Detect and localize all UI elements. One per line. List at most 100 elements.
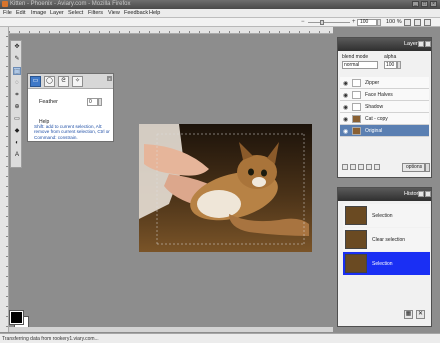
zoom-slider[interactable]	[308, 20, 350, 25]
lasso-tool-icon[interactable]: ◌	[13, 79, 21, 87]
history-thumbnail	[345, 230, 367, 249]
history-panel-header: History	[338, 188, 431, 201]
alpha-label: alpha	[384, 54, 397, 60]
actual-size-icon[interactable]	[414, 19, 421, 26]
layer-row[interactable]: ◉ Face Halves	[340, 89, 429, 101]
rect-select-mode-icon[interactable]: ▭	[30, 76, 41, 87]
canvas-horizontal-scrollbar[interactable]	[9, 327, 333, 332]
layer-name: Zipper	[365, 80, 380, 86]
maximize-button[interactable]: □	[421, 1, 428, 7]
layer-row[interactable]: ◉ Shadow	[340, 101, 429, 113]
blend-mode-select[interactable]: normal	[342, 61, 378, 69]
duplicate-layer-icon[interactable]	[350, 164, 356, 170]
new-layer-icon[interactable]	[342, 164, 348, 170]
menu-help[interactable]: Help	[149, 10, 160, 16]
move-tool-icon[interactable]: ✥	[13, 43, 21, 51]
fullscreen-icon[interactable]	[424, 19, 431, 26]
fill-tool-icon[interactable]: ◆	[13, 127, 21, 135]
firefox-icon	[2, 1, 8, 7]
canvas-image[interactable]	[139, 124, 312, 252]
menu-filters[interactable]: Filters	[88, 10, 103, 16]
layer-row[interactable]: ◉ Zipper	[340, 77, 429, 89]
help-text: Shift: add to current selection, Alt: re…	[34, 124, 110, 140]
history-item-label: Selection	[372, 261, 393, 267]
feather-stepper[interactable]	[98, 98, 102, 106]
menu-view[interactable]: View	[108, 10, 120, 16]
history-snapshot-icon[interactable]: ▦	[404, 310, 413, 319]
visibility-eye-icon[interactable]: ◉	[343, 80, 348, 87]
eraser-tool-icon[interactable]: ▭	[13, 115, 21, 123]
history-item-current[interactable]: Selection	[343, 252, 430, 275]
visibility-eye-icon[interactable]: ◉	[343, 104, 348, 111]
zoom-slider-handle[interactable]	[320, 20, 324, 25]
layers-collapse-icon[interactable]	[418, 41, 424, 47]
history-item-label: Clear selection	[372, 237, 406, 243]
history-thumbnail	[345, 254, 367, 273]
zoom-input[interactable]: 100	[357, 19, 377, 26]
layers-options-button[interactable]: options	[402, 163, 425, 172]
menu-select[interactable]: Select	[68, 10, 83, 16]
minimize-button[interactable]: _	[412, 1, 419, 7]
menu-feedback[interactable]: Feedback	[124, 10, 148, 16]
alpha-input[interactable]: 100	[384, 61, 397, 69]
magic-wand-mode-icon[interactable]: ✧	[72, 76, 83, 87]
layer-effects-icon[interactable]	[358, 164, 364, 170]
toolbox: ✥ ✎ ⬚ ◌ ⌗ ⊕ ▭ ◆ ◐ A	[10, 40, 22, 168]
history-close-icon[interactable]	[425, 191, 431, 197]
layer-name: Shadow	[365, 104, 384, 110]
lasso-select-mode-icon[interactable]: ᘓ	[58, 76, 69, 87]
zoom-in-button[interactable]: +	[352, 19, 356, 25]
selection-options-popup: ▭ ◯ ᘓ ✧ x Feather 0 Help Shift: add to c…	[27, 73, 114, 142]
zoom-out-button[interactable]: −	[301, 19, 305, 25]
foreground-color-swatch[interactable]	[9, 310, 24, 325]
visibility-eye-icon[interactable]: ◉	[343, 128, 348, 135]
close-window-button[interactable]: ×	[430, 1, 437, 7]
popup-close-button[interactable]: x	[107, 76, 112, 81]
history-item[interactable]: Clear selection	[343, 228, 430, 251]
history-item-label: Selection	[372, 213, 393, 219]
merge-layer-icon[interactable]	[366, 164, 372, 170]
ellipse-select-mode-icon[interactable]: ◯	[44, 76, 55, 87]
history-thumbnail	[345, 206, 367, 225]
alpha-stepper[interactable]	[397, 61, 401, 69]
window-title: Kitten - Phoenix - Aviary.com - Mozilla …	[10, 1, 131, 7]
status-text: Transferring data from rookery1.viary.co…	[2, 336, 99, 342]
kitten-photo	[139, 124, 312, 252]
layers-panel-header: Layers	[338, 38, 431, 51]
layer-thumbnail	[352, 91, 361, 99]
layer-row[interactable]: ◉ Cat - copy	[340, 113, 429, 125]
layer-thumbnail	[352, 79, 361, 87]
visibility-eye-icon[interactable]: ◉	[343, 116, 348, 123]
visibility-eye-icon[interactable]: ◉	[343, 92, 348, 99]
layers-close-icon[interactable]	[425, 41, 431, 47]
history-item[interactable]: Selection	[343, 204, 430, 227]
layer-name: Face Halves	[365, 92, 393, 98]
gradient-tool-icon[interactable]: ◐	[13, 139, 21, 147]
feather-input[interactable]: 0	[87, 98, 98, 106]
history-panel: History Selection Clear selection Select…	[337, 187, 432, 327]
menu-image[interactable]: Image	[31, 10, 46, 16]
zoom-percent-label: 100 %	[386, 19, 402, 25]
options-bar: − + 100 100 %	[0, 18, 440, 27]
horizontal-ruler	[9, 27, 333, 34]
history-delete-icon[interactable]: ✕	[416, 310, 425, 319]
crop-tool-icon[interactable]: ⌗	[13, 91, 21, 99]
menu-edit[interactable]: Edit	[16, 10, 25, 16]
history-collapse-icon[interactable]	[418, 191, 424, 197]
menu-layer[interactable]: Layer	[50, 10, 64, 16]
zoom-stepper[interactable]	[377, 19, 381, 26]
menu-file[interactable]: File	[3, 10, 12, 16]
window-titlebar: Kitten - Phoenix - Aviary.com - Mozilla …	[0, 0, 440, 9]
selection-tool-icon[interactable]: ⬚	[13, 67, 21, 75]
clone-tool-icon[interactable]: ⊕	[13, 103, 21, 111]
layer-row-selected[interactable]: ◉ Original	[340, 125, 429, 137]
layer-thumbnail	[352, 103, 361, 111]
layers-options-dropdown-icon[interactable]	[425, 163, 430, 172]
layer-thumbnail	[352, 115, 361, 123]
delete-layer-icon[interactable]	[374, 164, 380, 170]
brush-tool-icon[interactable]: ✎	[13, 55, 21, 63]
text-tool-icon[interactable]: A	[13, 151, 21, 159]
fit-window-icon[interactable]	[404, 19, 411, 26]
selection-mode-bar: ▭ ◯ ᘓ ✧ x	[28, 74, 113, 89]
menu-bar: File Edit Image Layer Select Filters Vie…	[0, 9, 440, 18]
